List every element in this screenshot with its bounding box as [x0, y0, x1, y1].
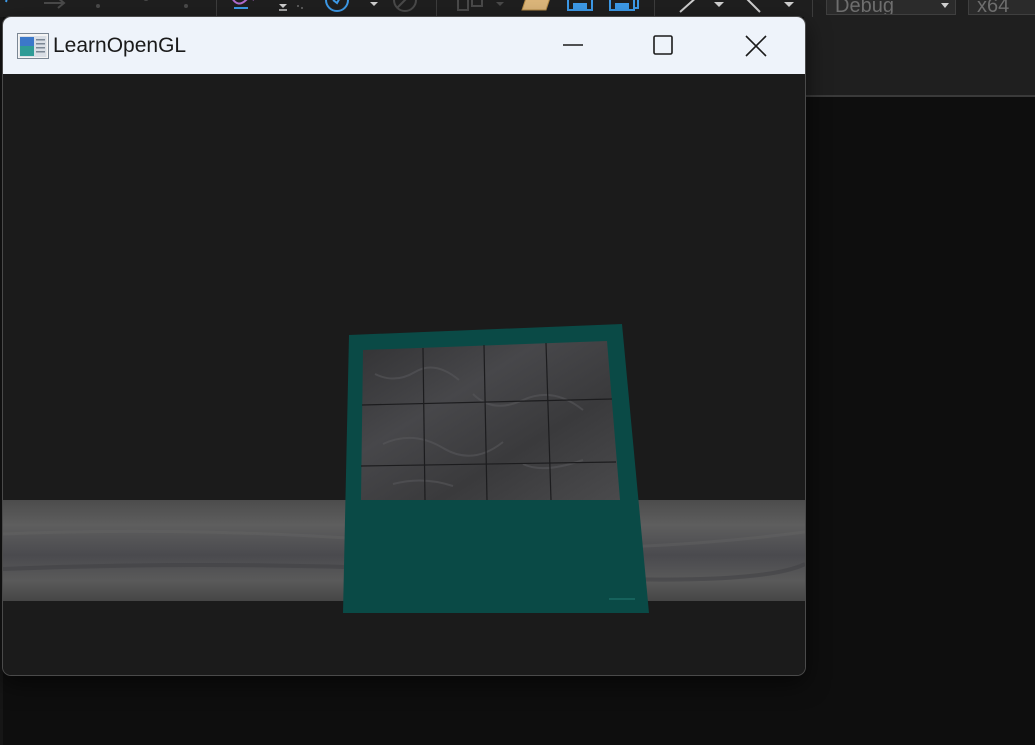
window-titlebar[interactable]: LearnOpenGL [3, 17, 805, 74]
platform-value: x64 [977, 0, 1010, 15]
debug-step-icon[interactable] [0, 0, 200, 14]
maximize-button[interactable] [619, 17, 705, 74]
dropdown-arrow-icon[interactable] [276, 0, 306, 14]
window-title: LearnOpenGL [53, 34, 187, 57]
ide-panel-border [804, 95, 1035, 97]
disabled-tool-icon [393, 0, 417, 12]
platform-dropdown[interactable]: x64 [968, 0, 1035, 15]
configuration-dropdown[interactable]: Debug [826, 0, 956, 15]
opengl-viewport[interactable] [3, 74, 805, 675]
toolbar-separator [436, 0, 437, 17]
toolbar-separator [812, 0, 813, 17]
marble-panel [361, 341, 620, 500]
open-folder-icon[interactable] [520, 0, 554, 14]
ide-toolbar: Debug x64 [0, 0, 1035, 17]
undo-icon[interactable] [672, 0, 732, 14]
app-window-icon [17, 33, 49, 59]
ide-background-panel [804, 17, 1035, 95]
redo-icon[interactable] [736, 0, 796, 14]
diagnostics-icon[interactable] [228, 0, 258, 14]
toolbar-separator [216, 0, 217, 17]
opengl-window: LearnOpenGL [3, 17, 805, 675]
toolbar-separator [654, 0, 655, 17]
minimize-icon [563, 44, 583, 46]
save-icon[interactable] [566, 0, 596, 14]
maximize-icon [653, 35, 673, 55]
close-icon [745, 35, 767, 57]
save-all-icon[interactable] [608, 0, 642, 14]
chevron-down-icon [941, 3, 949, 8]
close-button[interactable] [711, 17, 797, 74]
attach-process-icon[interactable] [324, 0, 384, 14]
configuration-value: Debug [835, 0, 894, 15]
rendered-scene [3, 324, 805, 613]
minimize-button[interactable] [529, 17, 615, 74]
layout-icon[interactable] [456, 0, 516, 14]
